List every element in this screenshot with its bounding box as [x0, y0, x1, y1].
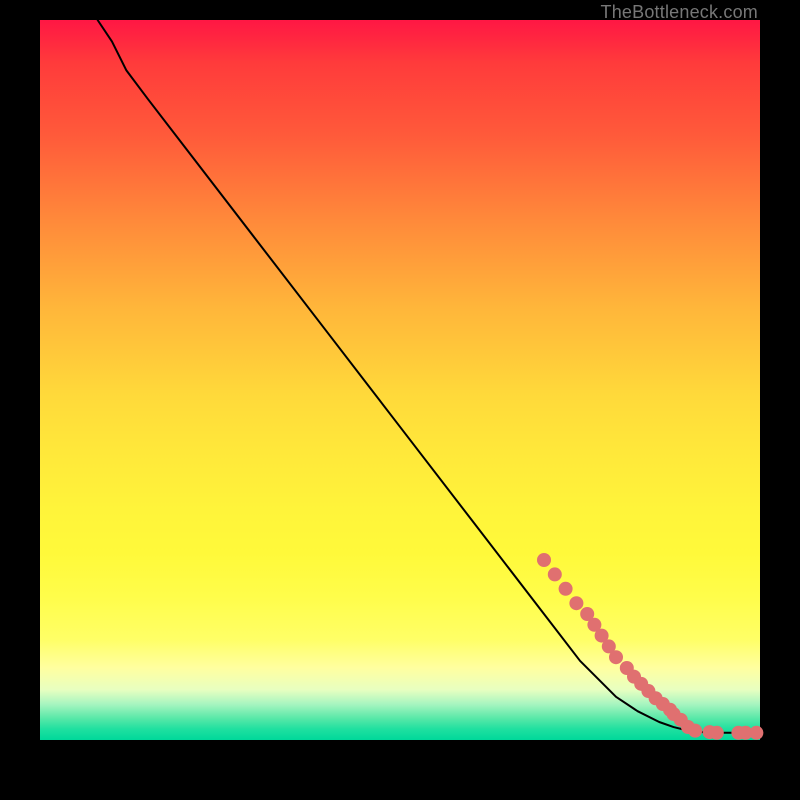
chart-stage: TheBottleneck.com [0, 0, 800, 800]
data-point [559, 582, 573, 596]
data-points-group [537, 553, 763, 740]
data-point [537, 553, 551, 567]
data-point [548, 567, 562, 581]
chart-svg [40, 20, 760, 740]
plot-area [40, 20, 760, 740]
data-point [688, 724, 702, 738]
bottleneck-curve [98, 20, 760, 733]
data-point [569, 596, 583, 610]
data-point [710, 726, 724, 740]
data-point [749, 726, 763, 740]
data-point [609, 650, 623, 664]
